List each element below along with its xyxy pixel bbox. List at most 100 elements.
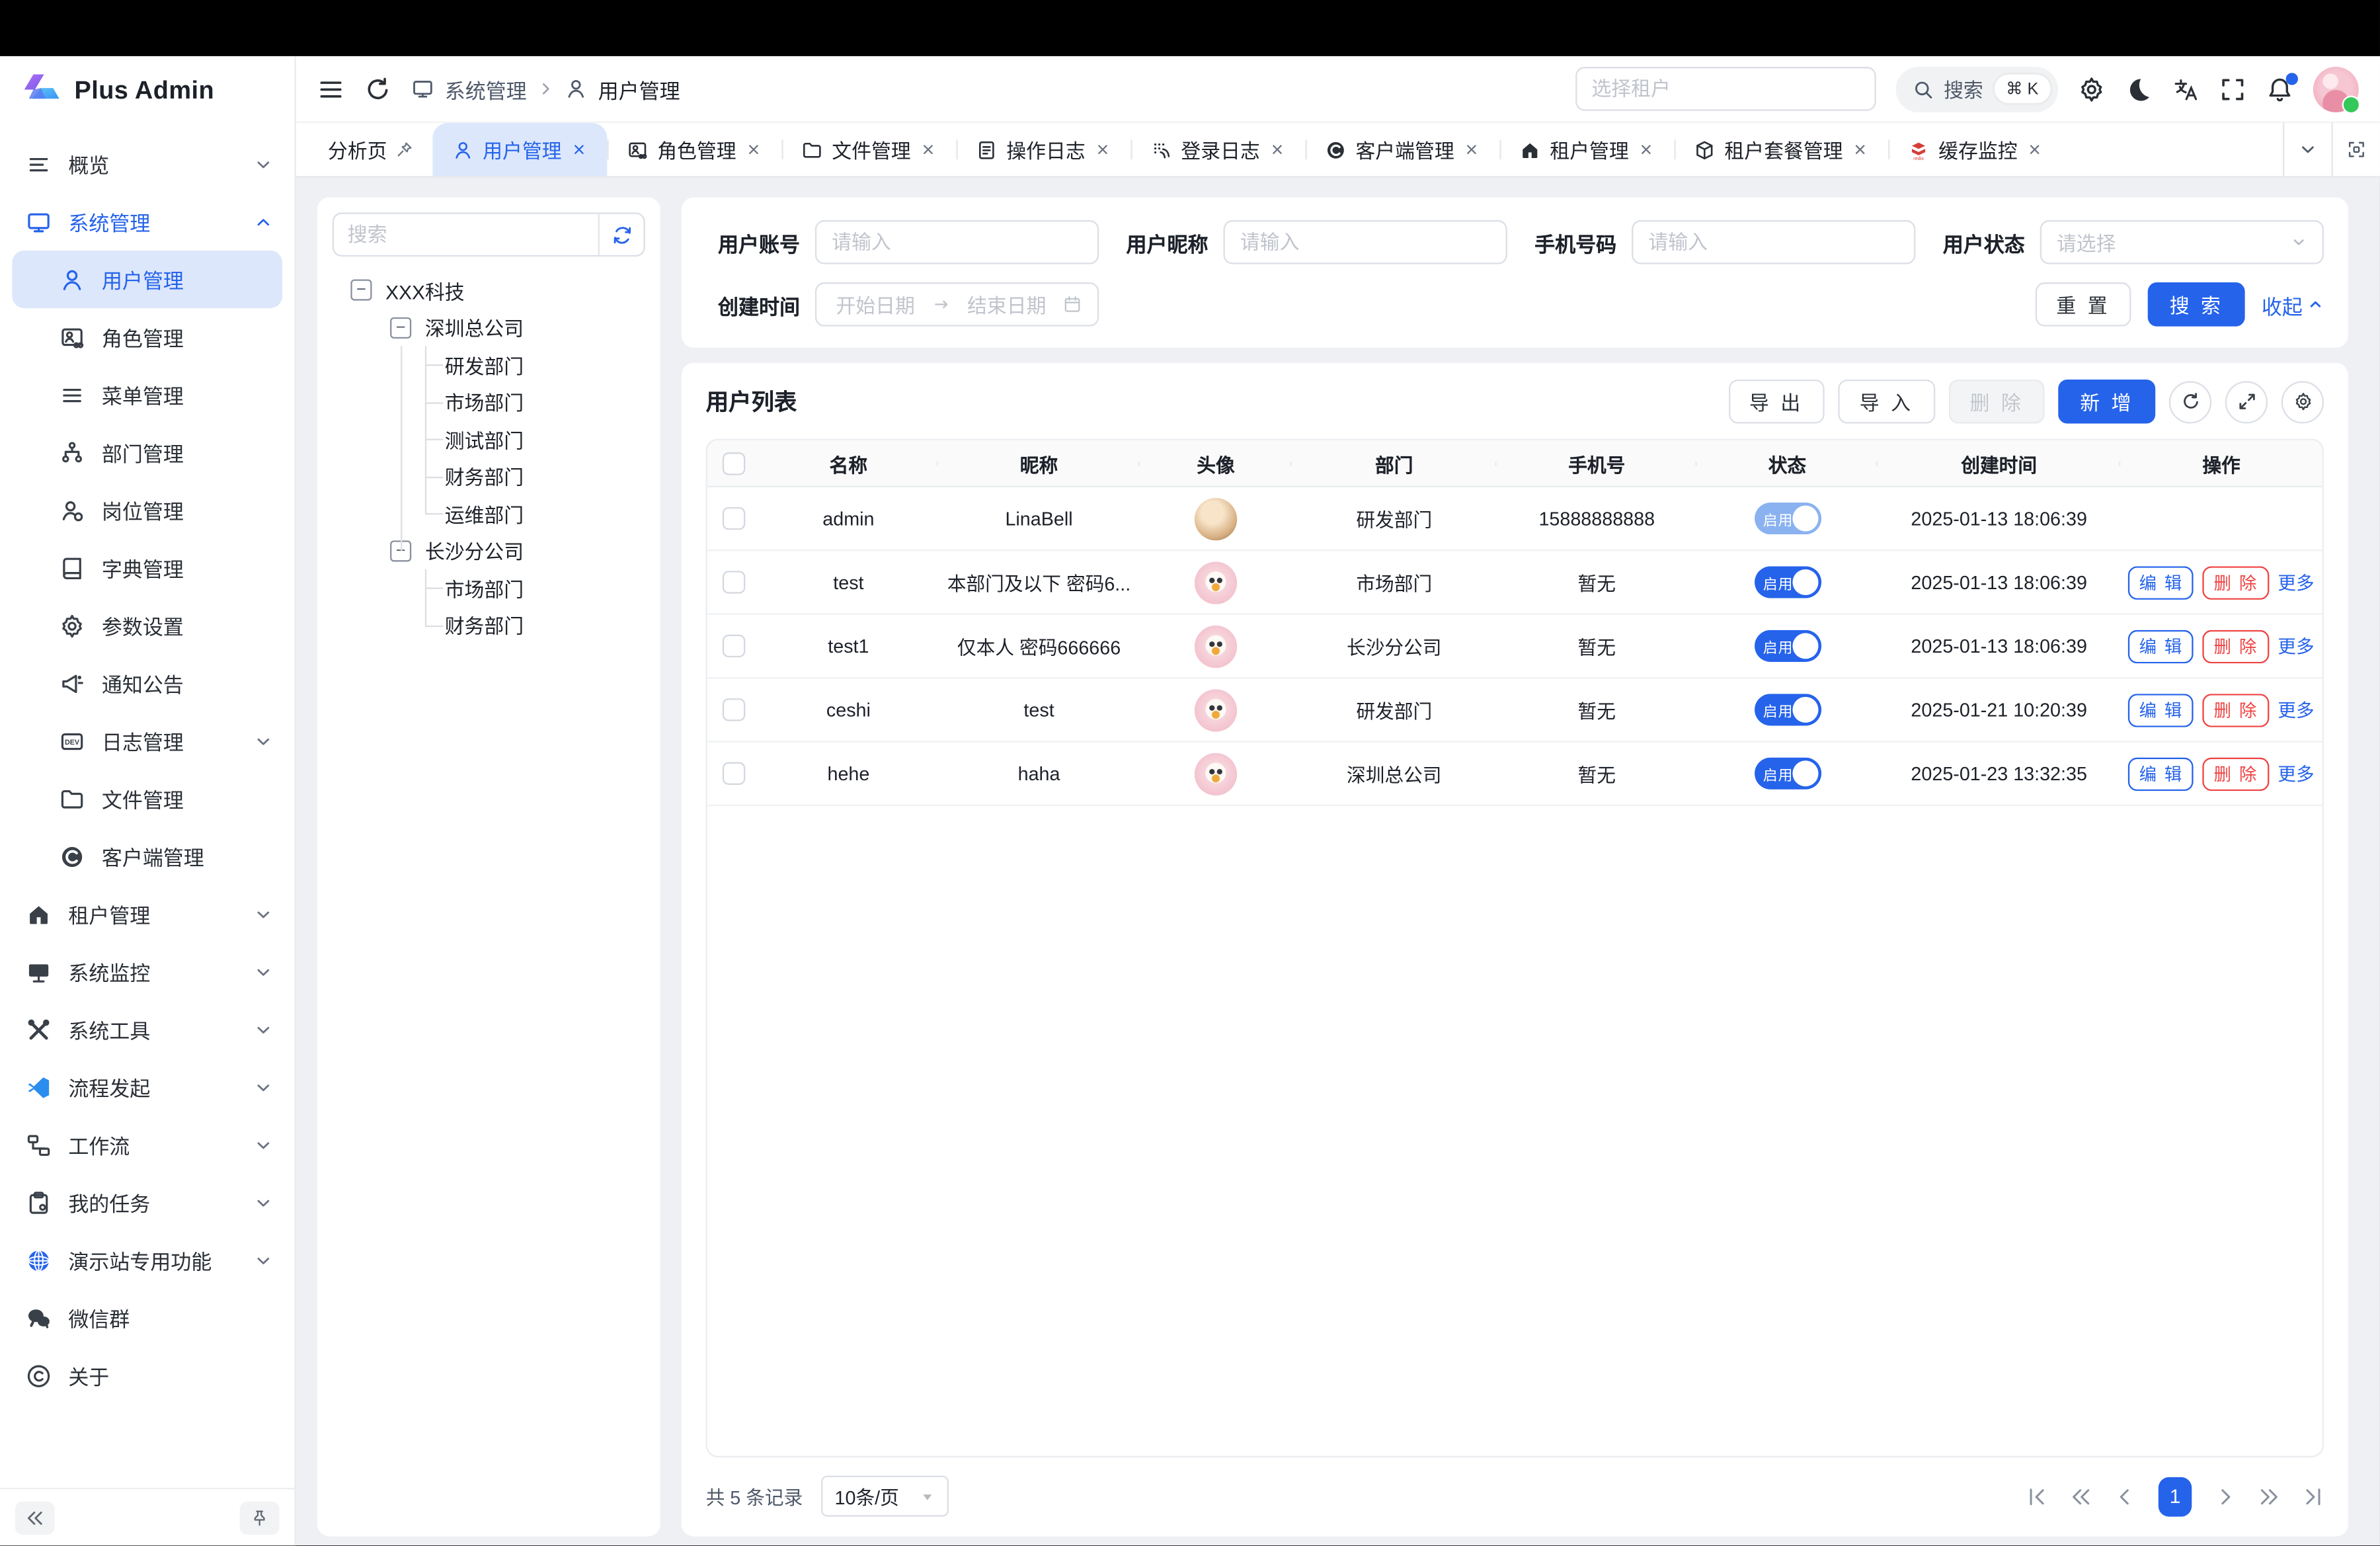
delete-row-button[interactable]: 删 除 xyxy=(2203,565,2268,599)
tab-缓存监控[interactable]: redis缓存监控 xyxy=(1888,123,2063,176)
sidebar-item-我的任务[interactable]: 我的任务 xyxy=(0,1174,294,1231)
more-actions-link[interactable]: 更多 xyxy=(2278,760,2314,786)
sidebar-pin-button[interactable] xyxy=(240,1501,280,1535)
prev-group-button[interactable] xyxy=(2071,1486,2092,1507)
tree-node-研发部门[interactable]: 研发部门 xyxy=(333,346,645,383)
edit-button[interactable]: 编 辑 xyxy=(2128,565,2194,599)
export-button[interactable]: 导 出 xyxy=(1728,380,1825,424)
close-tab-icon[interactable] xyxy=(1638,142,1655,158)
status-select[interactable]: 请选择 xyxy=(2040,220,2324,264)
sidebar-item-岗位管理[interactable]: 岗位管理 xyxy=(0,481,294,539)
delete-row-button[interactable]: 删 除 xyxy=(2203,693,2268,727)
delete-row-button[interactable]: 删 除 xyxy=(2203,630,2268,663)
tab-用户管理[interactable]: 用户管理 xyxy=(432,123,607,176)
tree-collapse-icon[interactable]: − xyxy=(350,280,372,301)
edit-button[interactable]: 编 辑 xyxy=(2128,757,2194,791)
search-button[interactable]: 搜 索 xyxy=(2149,282,2245,327)
tenant-select-input[interactable] xyxy=(1575,67,1876,111)
account-input[interactable] xyxy=(815,220,1099,264)
tree-node-运维部门[interactable]: 运维部门 xyxy=(333,495,645,532)
tree-node-市场部门[interactable]: 市场部门 xyxy=(333,384,645,421)
tree-collapse-icon[interactable]: − xyxy=(390,317,411,338)
sidebar-item-系统管理[interactable]: 系统管理 xyxy=(0,193,294,251)
sidebar-item-系统监控[interactable]: 系统监控 xyxy=(0,943,294,1000)
sidebar-item-流程发起[interactable]: 流程发起 xyxy=(0,1058,294,1116)
status-toggle[interactable]: 启用 xyxy=(1754,758,1821,790)
tree-node-财务部门[interactable]: 财务部门 xyxy=(333,458,645,495)
close-tab-icon[interactable] xyxy=(1852,142,1868,158)
tree-node-深圳总公司[interactable]: −深圳总公司 xyxy=(333,309,645,346)
language-translate-icon[interactable] xyxy=(2172,75,2199,102)
close-tab-icon[interactable] xyxy=(920,142,936,158)
sidebar-item-概览[interactable]: 概览 xyxy=(0,135,294,192)
tabs-dropdown-button[interactable] xyxy=(2283,123,2331,176)
tab-分析页[interactable]: 分析页 xyxy=(308,123,432,176)
tree-node-长沙分公司[interactable]: −长沙分公司 xyxy=(333,532,645,569)
collapse-filters-link[interactable]: 收起 xyxy=(2262,289,2324,319)
more-actions-link[interactable]: 更多 xyxy=(2278,569,2314,595)
sidebar-item-通知公告[interactable]: 通知公告 xyxy=(0,655,294,712)
tree-node-财务部门[interactable]: 财务部门 xyxy=(333,606,645,643)
user-avatar[interactable] xyxy=(2313,66,2359,112)
sidebar-item-角色管理[interactable]: 角色管理 xyxy=(0,308,294,366)
page-size-select[interactable]: 10条/页 xyxy=(821,1476,949,1517)
notification-bell-icon[interactable] xyxy=(2266,75,2293,102)
status-toggle[interactable]: 启用 xyxy=(1754,630,1821,662)
current-page-button[interactable]: 1 xyxy=(2159,1477,2192,1516)
delete-row-button[interactable]: 删 除 xyxy=(2203,757,2268,791)
status-toggle[interactable]: 启用 xyxy=(1754,566,1821,598)
sidebar-item-菜单管理[interactable]: 菜单管理 xyxy=(0,366,294,423)
close-tab-icon[interactable] xyxy=(745,142,762,158)
delete-button[interactable]: 删 除 xyxy=(1948,380,2045,424)
tab-登录日志[interactable]: 登录日志 xyxy=(1131,123,1306,176)
close-tab-icon[interactable] xyxy=(2026,142,2043,158)
sidebar-item-演示站专用功能[interactable]: 演示站专用功能 xyxy=(0,1231,294,1289)
settings-gear-icon[interactable] xyxy=(2078,75,2105,102)
tab-文件管理[interactable]: 文件管理 xyxy=(781,123,956,176)
row-checkbox[interactable] xyxy=(722,698,744,721)
tab-客户端管理[interactable]: 客户端管理 xyxy=(1306,123,1500,176)
tree-search-input[interactable] xyxy=(334,223,598,245)
pin-icon[interactable] xyxy=(396,142,413,158)
content-fullscreen-button[interactable] xyxy=(2332,123,2380,176)
more-actions-link[interactable]: 更多 xyxy=(2278,697,2314,723)
first-page-button[interactable] xyxy=(2026,1486,2047,1507)
prev-page-button[interactable] xyxy=(2114,1486,2135,1507)
refresh-page-icon[interactable] xyxy=(364,75,391,102)
more-actions-link[interactable]: 更多 xyxy=(2278,633,2314,659)
sidebar-item-部门管理[interactable]: 部门管理 xyxy=(0,424,294,481)
tree-node-测试部门[interactable]: 测试部门 xyxy=(333,421,645,458)
table-refresh-button[interactable] xyxy=(2169,380,2211,423)
global-search-button[interactable]: 搜索 ⌘ K xyxy=(1895,66,2059,112)
add-button[interactable]: 新 增 xyxy=(2059,380,2155,424)
sidebar-item-关于[interactable]: 关于 xyxy=(0,1346,294,1404)
next-page-button[interactable] xyxy=(2215,1486,2236,1507)
tab-租户套餐管理[interactable]: 租户套餐管理 xyxy=(1675,123,1889,176)
tree-node-XXX科技[interactable]: −XXX科技 xyxy=(333,272,645,309)
sidebar-item-参数设置[interactable]: 参数设置 xyxy=(0,596,294,654)
status-toggle[interactable]: 启用 xyxy=(1754,503,1821,534)
tab-租户管理[interactable]: 租户管理 xyxy=(1500,123,1675,176)
close-tab-icon[interactable] xyxy=(1095,142,1111,158)
status-toggle[interactable]: 启用 xyxy=(1754,694,1821,725)
sidebar-item-字典管理[interactable]: 字典管理 xyxy=(0,539,294,596)
sidebar-item-用户管理[interactable]: 用户管理 xyxy=(12,251,282,308)
sidebar-item-文件管理[interactable]: 文件管理 xyxy=(0,770,294,827)
menu-toggle-icon[interactable] xyxy=(317,75,344,102)
edit-button[interactable]: 编 辑 xyxy=(2128,630,2194,663)
close-tab-icon[interactable] xyxy=(571,142,587,158)
breadcrumb-item[interactable]: 系统管理 xyxy=(445,73,527,104)
edit-button[interactable]: 编 辑 xyxy=(2128,693,2194,727)
sidebar-collapse-button[interactable] xyxy=(15,1501,55,1535)
row-checkbox[interactable] xyxy=(722,762,744,785)
tree-node-市场部门[interactable]: 市场部门 xyxy=(333,569,645,606)
sidebar-item-日志管理[interactable]: DEV日志管理 xyxy=(0,712,294,770)
import-button[interactable]: 导 入 xyxy=(1839,380,1935,424)
tree-refresh-icon[interactable] xyxy=(598,214,644,255)
table-fullscreen-button[interactable] xyxy=(2225,380,2268,423)
sidebar-item-租户管理[interactable]: 租户管理 xyxy=(0,885,294,943)
close-tab-icon[interactable] xyxy=(1269,142,1286,158)
tab-角色管理[interactable]: 角色管理 xyxy=(607,123,781,176)
sidebar-item-系统工具[interactable]: 系统工具 xyxy=(0,1000,294,1058)
date-range-picker[interactable]: 开始日期 结束日期 xyxy=(815,282,1099,327)
